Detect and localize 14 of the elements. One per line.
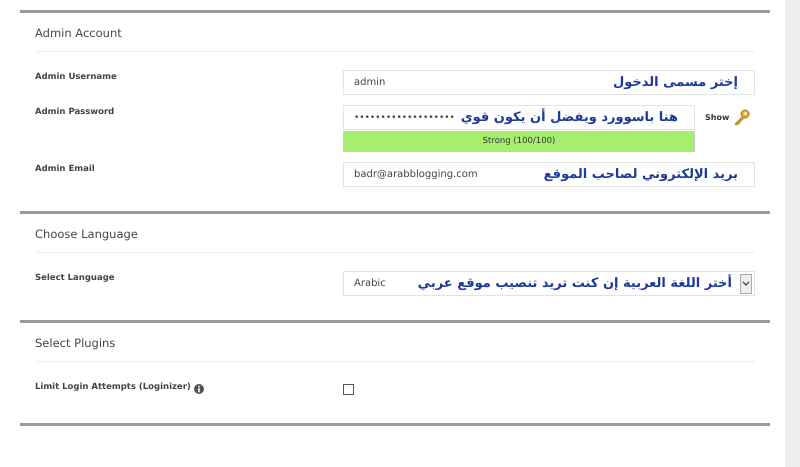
field-label: Select Language	[35, 273, 115, 283]
dropdown-icon	[740, 274, 752, 294]
field-label: Limit Login Attempts (Loginizer)	[35, 382, 191, 392]
field-label: Admin Password	[35, 107, 114, 117]
strength-meter: Strong (100/100)	[344, 132, 694, 151]
section-title: Select Plugins	[35, 323, 755, 362]
show-link[interactable]: Show	[705, 113, 730, 122]
field-label: Admin Email	[35, 164, 95, 174]
checkbox[interactable]	[343, 384, 354, 395]
field-label: Admin Username	[35, 72, 117, 82]
section-title: Admin Account	[35, 13, 755, 52]
section-title: Choose Language	[35, 214, 755, 253]
input-field[interactable]: ••••••••••••••••••• هنا باسوورد ويفضل أن يكون قوي	[343, 105, 695, 130]
key-icon	[733, 109, 750, 126]
